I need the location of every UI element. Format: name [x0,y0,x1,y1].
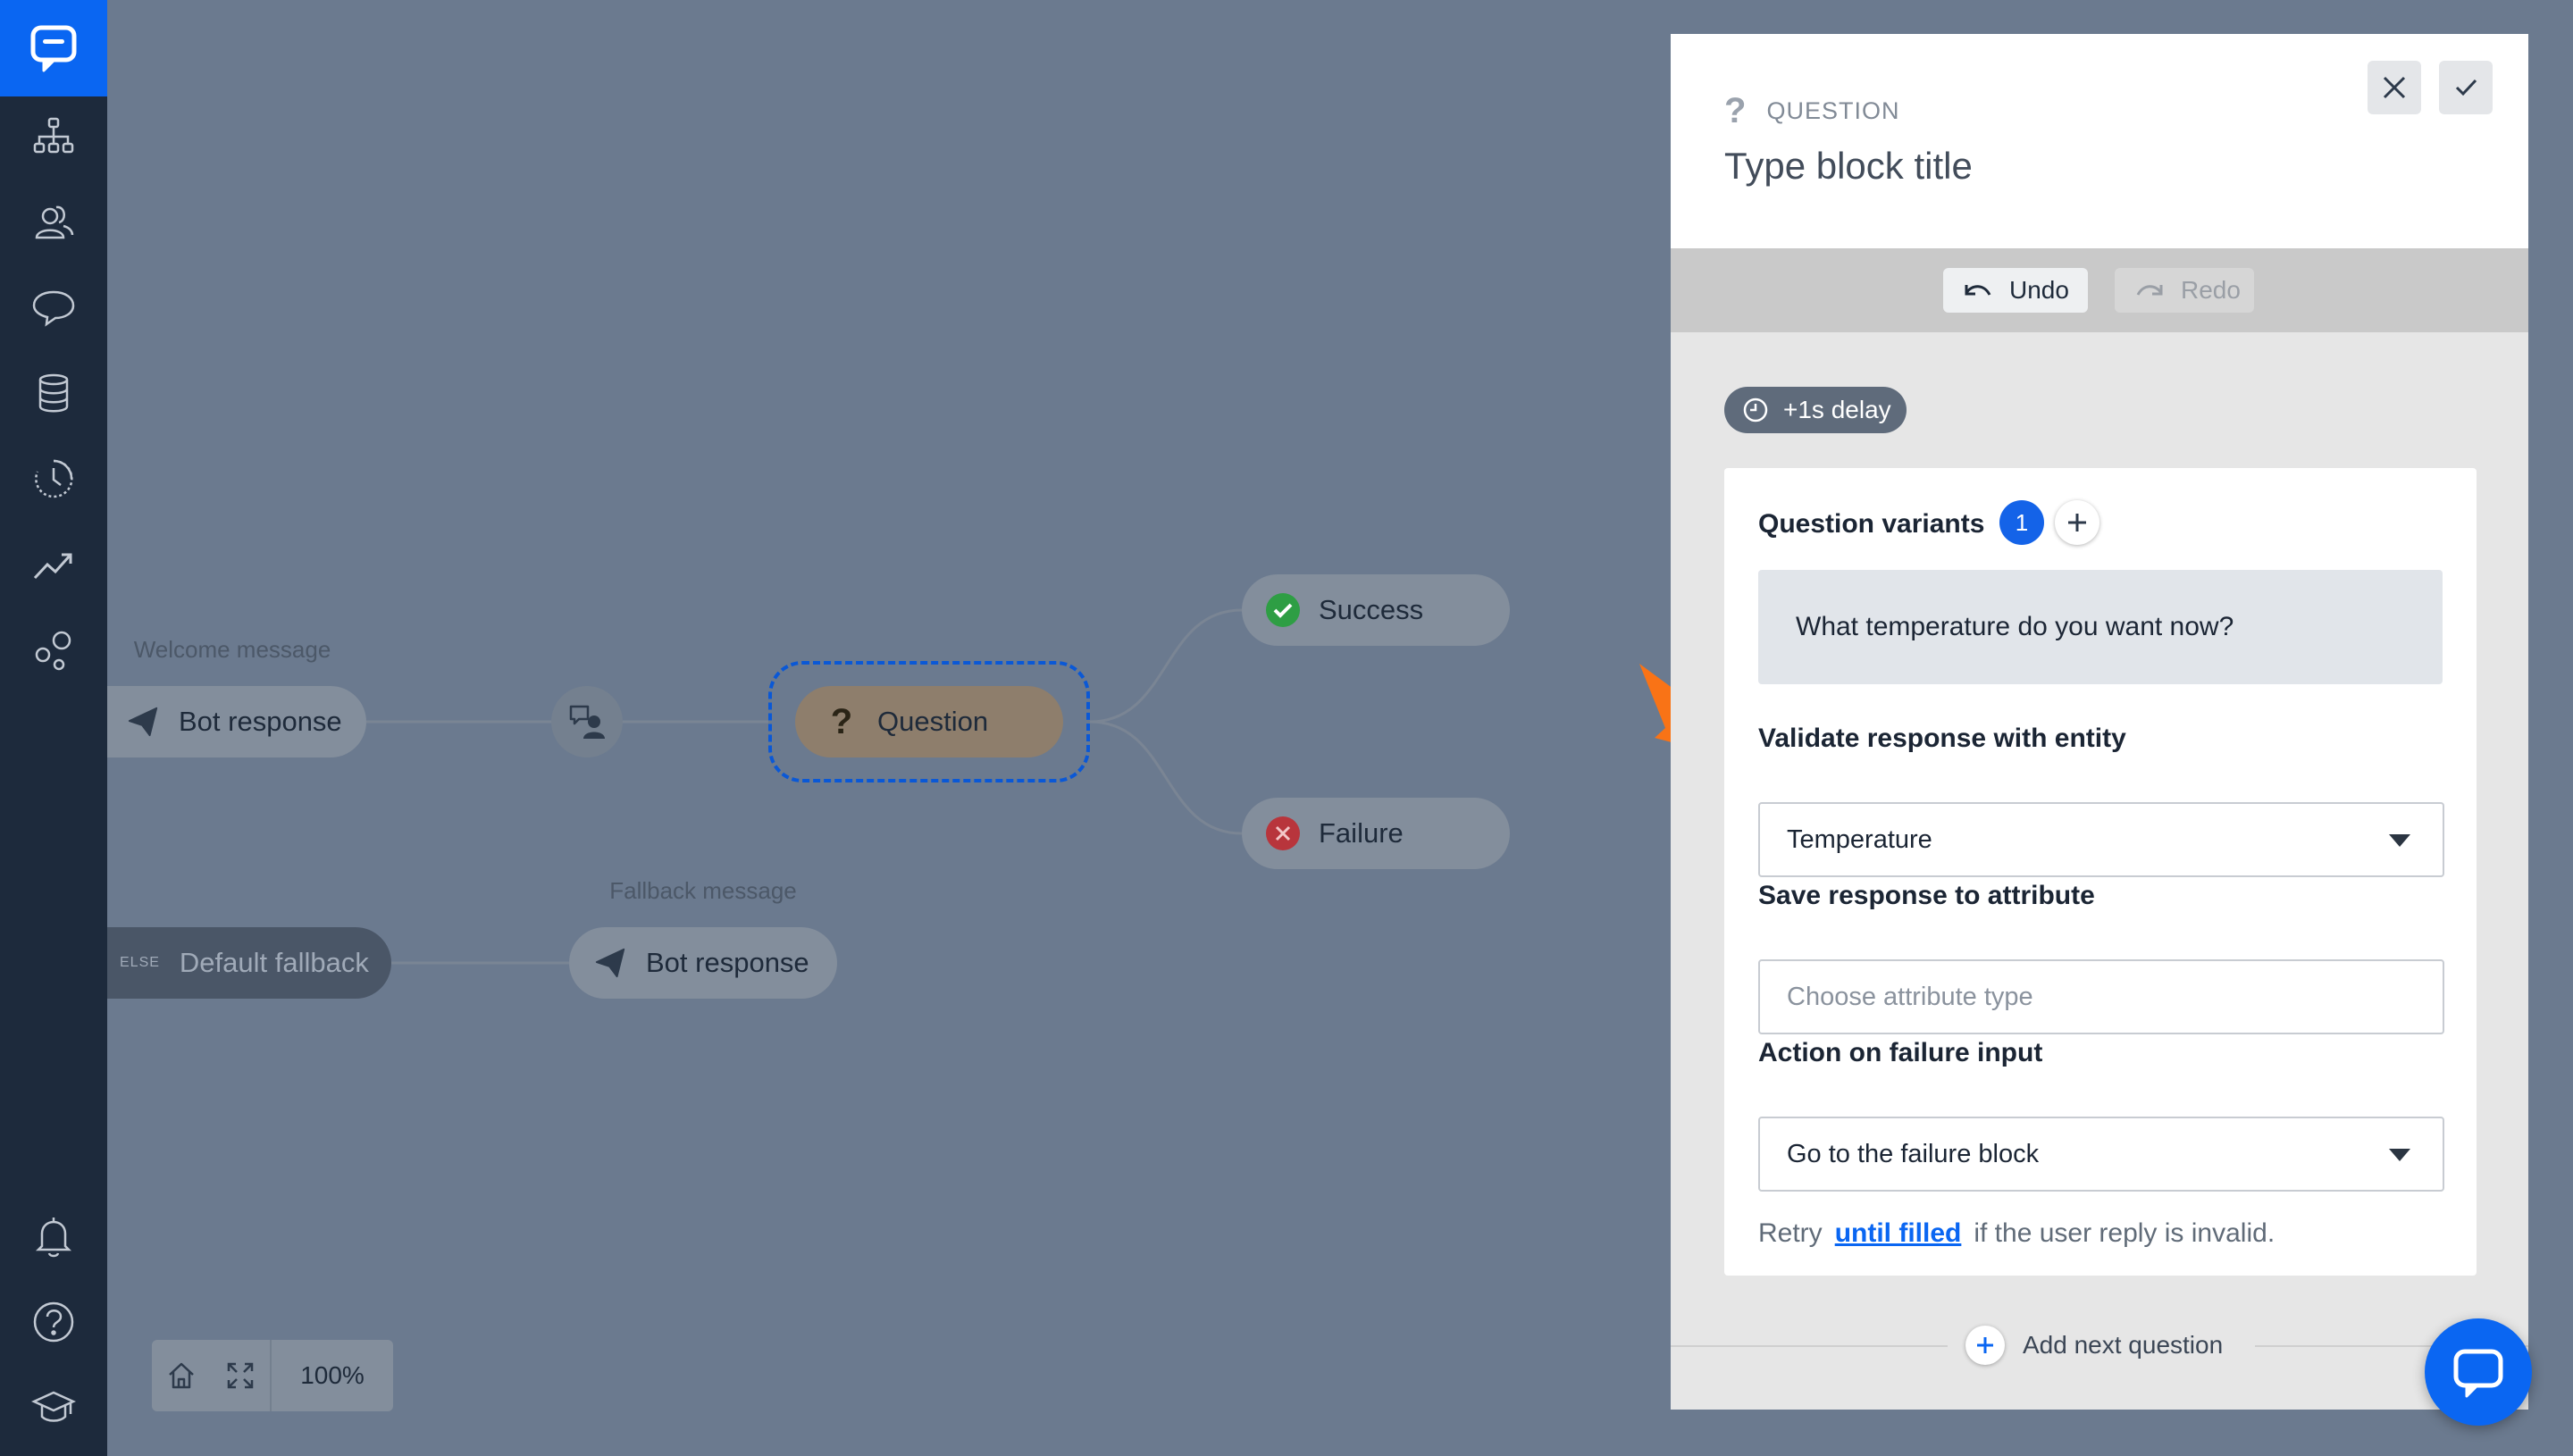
redo-button[interactable]: Redo [2115,268,2254,313]
question-node[interactable]: ? Question [795,686,1063,757]
zoom-toolbar: 100% [152,1340,393,1411]
nav-reports[interactable] [27,538,80,591]
retry-suffix: if the user reply is invalid. [1974,1218,2275,1248]
close-icon [2383,76,2406,99]
plus-icon [2068,514,2086,531]
undo-button[interactable]: Undo [1943,268,2088,313]
fallback-bot-response-node[interactable]: Bot response [569,927,837,999]
nav-academy[interactable] [27,1381,80,1435]
home-icon [169,1362,194,1389]
clock-icon [1743,397,1768,423]
retry-prefix: Retry [1758,1218,1823,1248]
divider-line [1671,1345,1948,1347]
save-attribute-placeholder: Choose attribute type [1787,982,2033,1011]
nav-data[interactable] [27,366,80,420]
history-bar [1671,248,2528,332]
question-node-label: Question [877,706,989,737]
failure-action-label: Action on failure input [1758,1038,2043,1067]
welcome-caption: Welcome message [133,636,331,663]
retry-hint: Retry until filled if the user reply is in… [1758,1218,2275,1249]
failure-action-select[interactable]: Go to the failure block [1758,1117,2444,1192]
validate-entity-label: Validate response with entity [1758,724,2126,753]
fit-screen-button[interactable] [211,1340,270,1411]
block-title-input[interactable] [1724,139,2350,193]
undo-label: Undo [2009,276,2069,304]
question-settings-card: Question variants 1 What temperature do … [1724,468,2477,1276]
chat-bubble-icon [32,290,75,327]
integrations-icon [35,631,71,671]
chevron-down-icon [2389,1149,2410,1161]
users-icon [35,205,74,239]
else-tag: ELSE [120,955,160,970]
save-attribute-label: Save response to attribute [1758,881,2095,910]
save-attribute-select[interactable]: Choose attribute type [1758,959,2444,1034]
panel-header: ? QUESTION [1671,34,2528,248]
nav-notifications[interactable] [27,1209,80,1263]
failure-action-value: Go to the failure block [1787,1139,2040,1168]
check-circle-icon [1265,592,1301,628]
expand-icon [227,1362,254,1389]
help-icon [33,1301,74,1343]
close-button[interactable] [2368,61,2421,114]
center-home-button[interactable] [152,1340,211,1411]
chat-widget-icon [2453,1349,2503,1398]
welcome-bot-response-node[interactable]: Bot response [107,686,366,757]
trend-icon [33,553,72,580]
undo-icon [1965,285,1991,296]
chevron-down-icon [2389,834,2410,847]
plus-circle-icon [1965,1326,2005,1365]
nav-audience[interactable] [27,195,80,248]
flow-tree-icon [33,117,74,154]
error-circle-icon [1265,816,1301,851]
fallback-caption: Fallback message [609,877,797,904]
welcome-node-label: Bot response [179,706,342,737]
question-variant-text[interactable]: What temperature do you want now? [1758,570,2443,684]
chatbot-logo-icon [30,25,77,72]
nav-integrations[interactable] [27,623,80,677]
question-variant-value: What temperature do you want now? [1796,612,2234,641]
success-node-label: Success [1319,594,1424,625]
add-next-question-button[interactable]: Add next question [1965,1326,2223,1365]
question-mark-icon: ? [830,701,853,741]
database-icon [38,373,69,413]
redo-label: Redo [2181,276,2241,304]
default-fallback-node[interactable]: ELSE Default fallback [107,927,391,999]
user-input-node[interactable] [551,686,623,757]
redo-icon [2136,285,2163,296]
paper-plane-icon [592,945,628,981]
question-variants-label: Question variants [1758,509,1985,539]
nav-chats[interactable] [27,280,80,334]
zoom-level[interactable]: 100% [272,1361,393,1390]
check-icon [2455,79,2477,96]
sidebar [0,0,107,1456]
block-editor-panel: ? QUESTION Undo Redo +1s delay Question … [1671,34,2528,1410]
paper-plane-icon [125,704,161,740]
validate-entity-select[interactable]: Temperature [1758,802,2444,877]
confirm-button[interactable] [2439,61,2493,114]
graduation-cap-icon [31,1391,76,1422]
add-next-question-label: Add next question [2023,1331,2224,1359]
nav-help[interactable] [27,1295,80,1349]
block-type: ? QUESTION [1724,93,1899,129]
chat-widget-button[interactable] [2425,1318,2532,1426]
bell-icon [35,1218,72,1258]
failure-node-label: Failure [1319,817,1404,849]
fallback-node-label: Bot response [646,947,809,978]
default-fallback-label: Default fallback [179,947,369,978]
block-type-label: QUESTION [1766,96,1900,124]
add-variant-button[interactable] [2055,500,2099,545]
question-mark-icon: ? [1724,91,1747,130]
history-icon [35,459,73,498]
user-input-icon [569,705,605,739]
nav-history[interactable] [27,452,80,506]
chatbot-logo[interactable] [0,0,107,96]
validate-entity-value: Temperature [1787,824,1932,854]
success-node[interactable]: Success [1242,574,1510,646]
delay-label: +1s delay [1783,396,1891,423]
nav-stories[interactable] [27,109,80,163]
delay-badge[interactable]: +1s delay [1724,387,1907,433]
variants-count-badge[interactable]: 1 [1999,500,2044,545]
failure-node[interactable]: Failure [1242,798,1510,869]
retry-mode-link[interactable]: until filled [1835,1218,1962,1248]
